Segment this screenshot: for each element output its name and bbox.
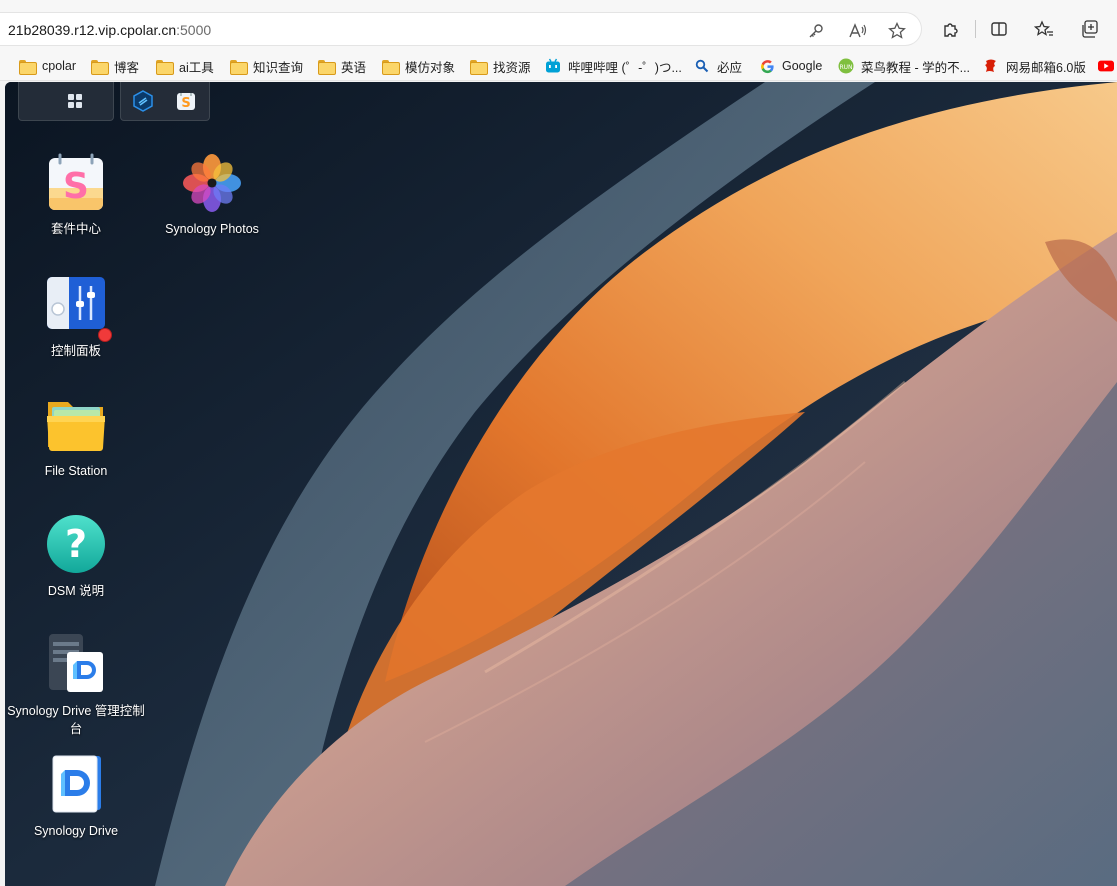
svg-text:RUN: RUN — [839, 64, 852, 71]
synology-drive-icon — [45, 754, 107, 816]
bookmark-label: 网易邮箱6.0版 — [1006, 60, 1086, 75]
bookmark-imitate[interactable]: 模仿对象 — [382, 55, 455, 77]
runoob-icon: RUN — [838, 58, 854, 74]
bookmark-label: 找资源 — [493, 60, 531, 75]
url-text[interactable]: 21b28039.r12.vip.cpolar.cn:5000 — [8, 22, 211, 38]
bookmark-knowledge[interactable]: 知识查询 — [230, 55, 303, 77]
notification-badge — [98, 328, 112, 342]
bookmark-label: cpolar — [42, 59, 77, 73]
bookmark-runoob[interactable]: RUN 菜鸟教程 - 学的不... — [838, 55, 970, 77]
app-label: Synology Drive — [33, 824, 119, 838]
collections-icon[interactable] — [1077, 17, 1101, 41]
package-center-icon[interactable]: S — [174, 89, 198, 113]
bookmark-cpolar[interactable]: cpolar — [19, 55, 76, 77]
bookmark-ai-tools[interactable]: ai工具 — [156, 55, 214, 77]
app-package-center[interactable]: S 套件中心 — [6, 152, 146, 238]
svg-text:S: S — [181, 96, 190, 111]
bookmark-label: 哔哩哔哩 (゜-゜)つ... — [568, 60, 682, 75]
app-dsm-help[interactable]: ? DSM 说明 — [6, 514, 146, 600]
app-label: 套件中心 — [50, 222, 101, 236]
bookmark-resources[interactable]: 找资源 — [470, 55, 531, 77]
app-label: Synology Photos — [165, 222, 259, 236]
dsm-desktop[interactable]: S S 套件中心 Synology Photos 控制面板 File Stati… — [5, 82, 1117, 886]
main-menu-icon[interactable] — [63, 89, 87, 113]
favorites-icon[interactable] — [1032, 17, 1056, 41]
svg-text:?: ? — [65, 522, 87, 566]
bookmark-english[interactable]: 英语 — [318, 55, 366, 77]
folder-icon — [470, 58, 488, 75]
app-label: DSM 说明 — [47, 584, 105, 598]
app-synology-photos[interactable]: Synology Photos — [142, 152, 282, 238]
taskbar-running-apps: S — [120, 82, 210, 121]
bookmark-bilibili[interactable]: 哔哩哔哩 (゜-゜)つ... — [545, 55, 682, 77]
bookmark-blog[interactable]: 博客 — [91, 55, 139, 77]
synology-photos-icon — [181, 152, 243, 214]
app-control-panel[interactable]: 控制面板 — [6, 274, 146, 360]
bookmark-label: 英语 — [341, 60, 367, 75]
google-icon — [759, 58, 775, 74]
read-aloud-icon[interactable] — [847, 20, 869, 42]
key-icon[interactable] — [805, 20, 827, 42]
split-screen-icon[interactable] — [987, 17, 1011, 41]
folder-icon — [91, 58, 109, 75]
extensions-icon[interactable] — [939, 17, 963, 41]
bookmark-label: 知识查询 — [253, 60, 304, 75]
bookmark-google[interactable]: Google — [759, 55, 822, 77]
app-label: 控制面板 — [50, 344, 101, 358]
bookmark-label: 博客 — [114, 60, 140, 75]
app-synology-drive[interactable]: Synology Drive — [6, 754, 146, 840]
folder-icon — [318, 58, 336, 75]
bookmark-label: 必应 — [717, 60, 743, 75]
bookmark-label: 菜鸟教程 - 学的不... — [861, 60, 971, 75]
bookmark-netease-mail[interactable]: 网易邮箱6.0版 — [983, 55, 1086, 77]
svg-text:S: S — [63, 166, 89, 207]
netease-mail-icon — [983, 58, 999, 74]
youtube-icon — [1098, 58, 1114, 74]
bookmark-label: 模仿对象 — [405, 60, 456, 75]
drive-admin-console-icon — [45, 634, 107, 696]
bookmarks-bar: cpolar 博客 ai工具 知识查询 英语 模仿对象 找资源 哔哩哔哩 (゜-… — [0, 50, 1117, 81]
file-station-icon — [45, 394, 107, 456]
app-label: File Station — [44, 464, 108, 478]
folder-icon — [19, 58, 37, 75]
control-panel-icon — [45, 274, 112, 342]
bookmark-label: Google — [782, 59, 823, 73]
browser-toolbar: 21b28039.r12.vip.cpolar.cn:5000 — [0, 0, 1117, 50]
app-synology-drive-admin[interactable]: Synology Drive 管理控制台 — [6, 634, 146, 738]
bookmark-bing[interactable]: 必应 — [694, 55, 742, 77]
bookmark-label: ai工具 — [179, 60, 214, 75]
help-icon: ? — [45, 514, 107, 576]
app-label: Synology Drive 管理控制台 — [7, 704, 145, 736]
synology-drive-admin-icon[interactable] — [131, 89, 155, 113]
folder-icon — [156, 58, 174, 75]
address-bar[interactable]: 21b28039.r12.vip.cpolar.cn:5000 — [0, 12, 922, 46]
taskbar-left-group — [18, 82, 114, 121]
folder-icon — [382, 58, 400, 75]
folder-icon — [230, 58, 248, 75]
toolbar-divider — [975, 20, 976, 38]
bing-search-icon — [694, 58, 710, 74]
package-center-icon: S — [45, 152, 107, 214]
app-file-station[interactable]: File Station — [6, 394, 146, 480]
bookmark-youtube[interactable] — [1098, 55, 1117, 77]
star-icon[interactable] — [886, 20, 908, 42]
bilibili-icon — [545, 58, 561, 74]
